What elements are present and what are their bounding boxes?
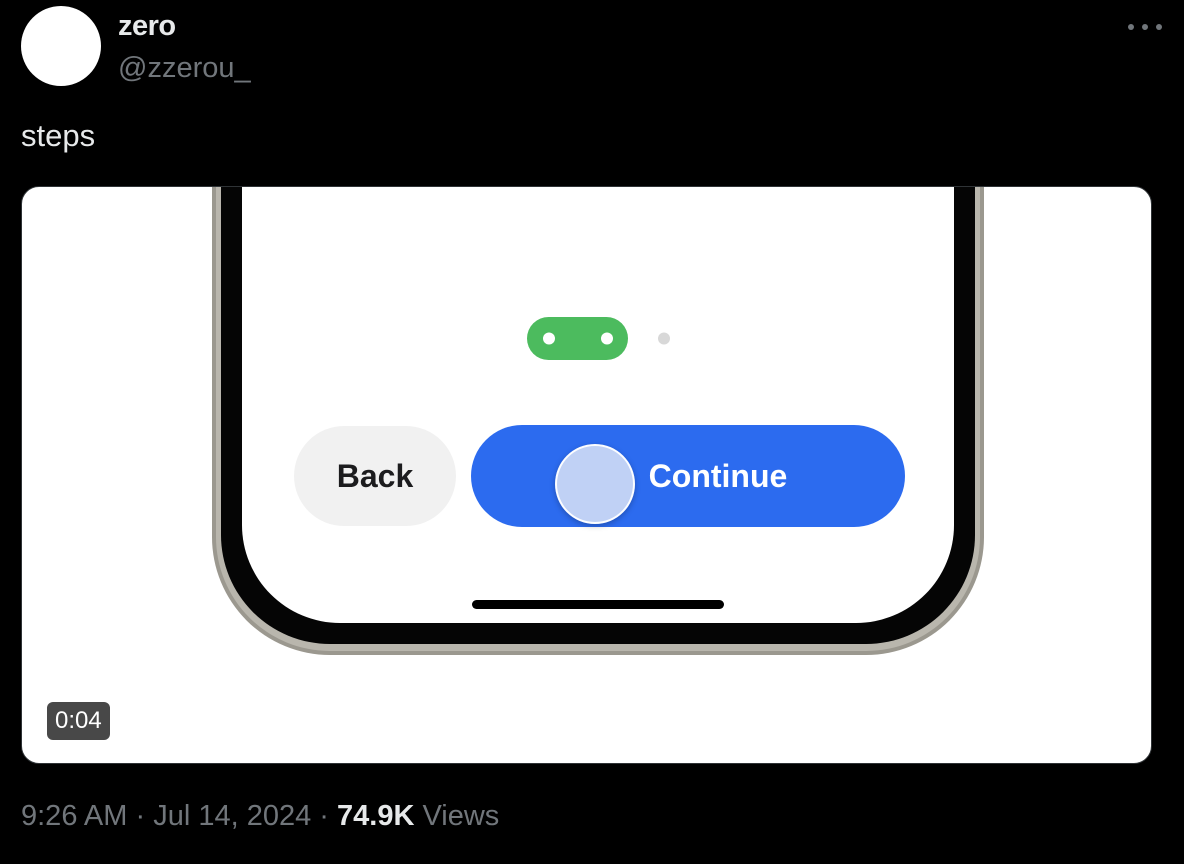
step-indicator (527, 317, 670, 360)
views-label: Views (422, 800, 500, 832)
tweet-date[interactable]: Jul 14, 2024 (153, 800, 311, 832)
touch-indicator (555, 444, 635, 524)
home-indicator (472, 600, 724, 609)
meta-separator: · (319, 800, 329, 832)
phone-screen (242, 187, 954, 623)
meta-separator: · (135, 800, 146, 832)
views-count[interactable]: 74.9K (337, 800, 414, 832)
tweet-text: steps (21, 118, 96, 153)
video-duration-badge: 0:04 (47, 702, 110, 740)
more-horizontal-icon[interactable] (1128, 18, 1162, 36)
avatar[interactable] (21, 6, 101, 86)
tweet-time[interactable]: 9:26 AM (21, 800, 127, 832)
step-dot-completed (543, 332, 555, 345)
more-dot (1128, 24, 1134, 30)
user-handle[interactable]: @zzerou_ (118, 52, 251, 85)
step-dot-inactive (658, 332, 670, 345)
display-name[interactable]: zero (118, 10, 176, 43)
tweet-meta: 9:26 AM · Jul 14, 2024 · 74.9K Views (21, 800, 499, 833)
more-dot (1156, 24, 1162, 30)
step-dot-completed (601, 332, 613, 345)
continue-button[interactable]: Continue (471, 425, 905, 527)
more-dot (1142, 24, 1148, 30)
video-player[interactable]: Back Continue 0:04 (21, 186, 1152, 764)
back-button[interactable]: Back (294, 426, 456, 526)
